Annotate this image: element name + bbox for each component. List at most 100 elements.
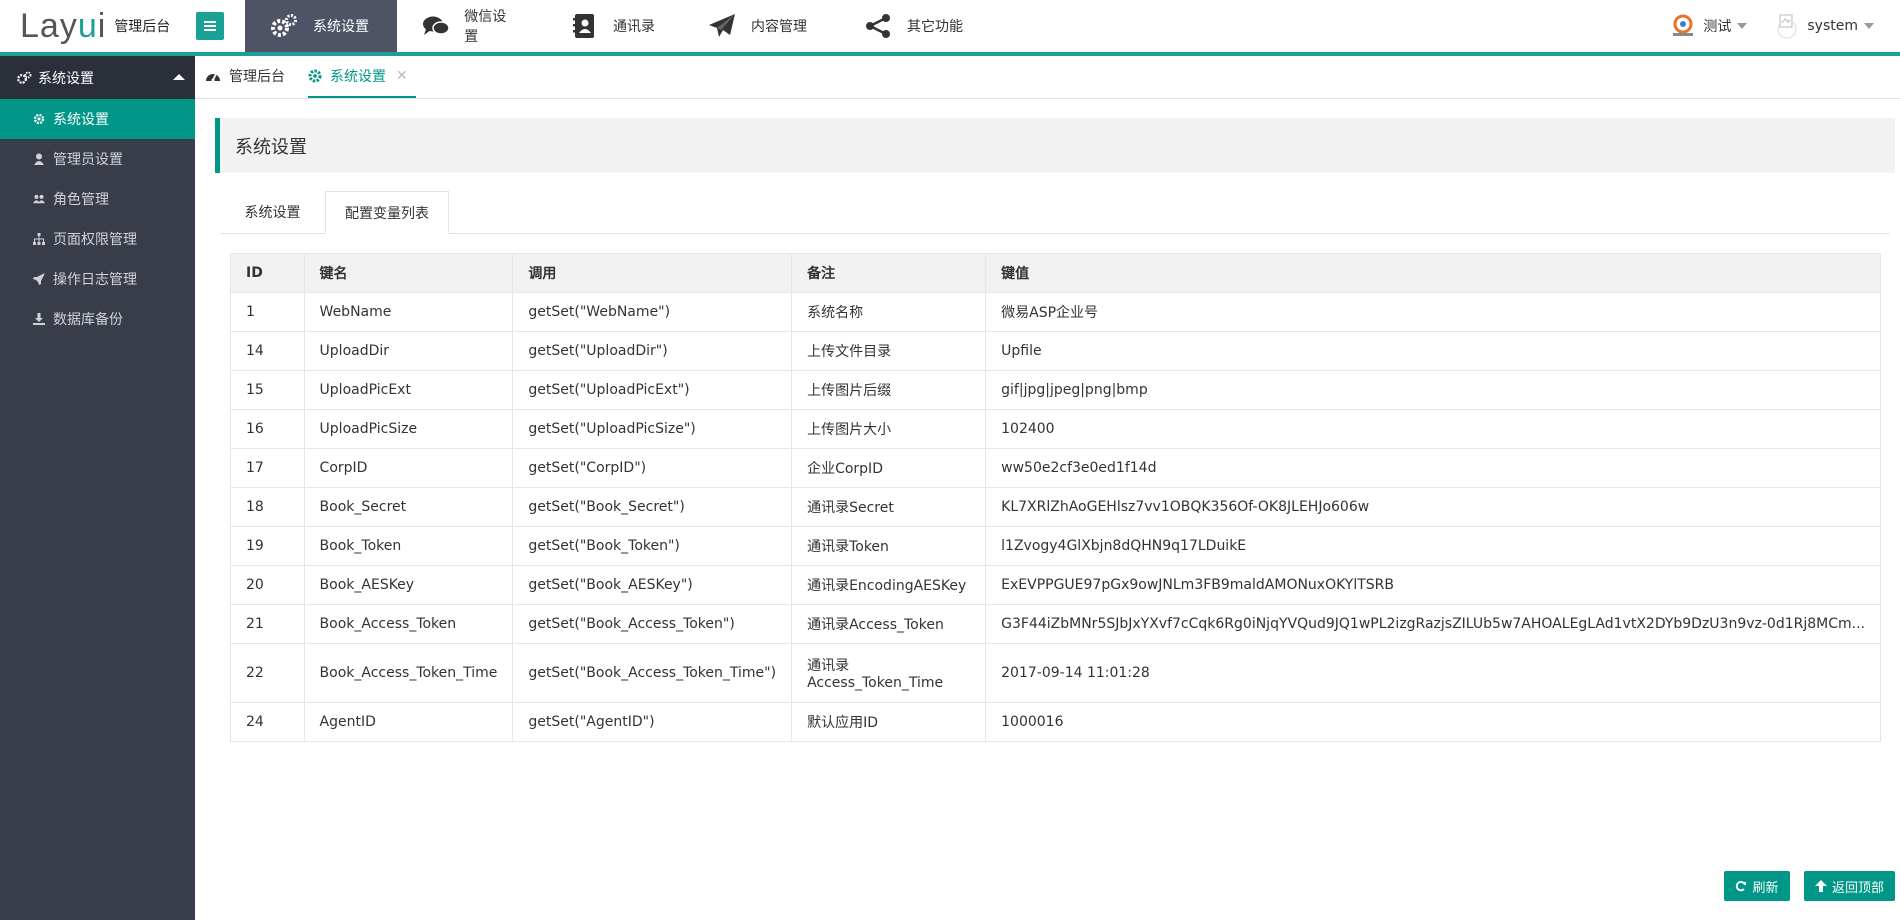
cell-note-line: 通讯录 <box>807 658 850 674</box>
tab-dashboard[interactable]: 管理后台 <box>205 56 285 96</box>
column-header: 备注 <box>791 253 987 293</box>
chevron-up-icon <box>173 74 185 80</box>
arrow-up-icon <box>1814 880 1827 892</box>
back-to-top-label: 返回顶部 <box>1831 880 1884 896</box>
users-icon <box>33 193 45 205</box>
logo[interactable]: Layui 管理后台 <box>20 6 170 46</box>
top-header: Layui 管理后台 系统设置 微信设置 通讯录 内容管理 其它功能 测试 sy… <box>0 0 1900 56</box>
cell-value: Upfile <box>985 331 1881 371</box>
site-logo-icon <box>1669 12 1697 40</box>
page-tabs: 管理后台 系统设置 ✕ <box>195 56 1900 99</box>
cell-value: gif|jpg|jpeg|png|bmp <box>985 370 1881 410</box>
cell-value: KL7XRlZhAoGEHlsz7vv1OBQK356Of-OK8JLEHJo6… <box>985 487 1881 527</box>
gears-icon <box>269 11 299 41</box>
sitemap-icon <box>33 233 45 245</box>
cell-key: UploadPicExt <box>303 370 514 410</box>
user-menu[interactable]: system <box>1773 12 1874 40</box>
cell-id: 17 <box>230 448 305 488</box>
sidebar-toggle-button[interactable] <box>196 12 224 40</box>
sidebar-item-admin-settings[interactable]: 管理员设置 <box>0 139 195 179</box>
sidebar-item-system-settings[interactable]: 系统设置 <box>0 99 195 139</box>
cell-call: getSet("AgentID") <box>512 702 793 742</box>
cell-key: AgentID <box>303 702 514 742</box>
sidebar-item-label: 角色管理 <box>53 192 109 208</box>
config-table: ID 键名 调用 备注 键值 1 WebName getSet("WebName")… <box>230 253 1881 742</box>
cell-call: getSet("UploadPicExt") <box>512 370 793 410</box>
refresh-label: 刷新 <box>1752 880 1779 896</box>
cell-key: WebName <box>303 292 514 332</box>
cell-value: 1000016 <box>985 702 1881 742</box>
sidebar-section-header[interactable]: 系统设置 <box>0 56 195 99</box>
cell-note: 通讯录Secret <box>791 487 987 527</box>
tab-label: 系统设置 <box>330 69 386 85</box>
cell-note: 通讯录EncodingAESKey <box>791 565 987 605</box>
user-label: system <box>1807 18 1858 34</box>
table-row: 1 WebName getSet("WebName") 系统名称 微易ASP企业号 <box>230 292 1881 332</box>
cell-id: 15 <box>230 370 305 410</box>
sidebar-item-database-backup[interactable]: 数据库备份 <box>0 299 195 339</box>
cell-value: 2017-09-14 11:01:28 <box>985 643 1881 703</box>
topnav-system-settings[interactable]: 系统设置 <box>245 0 397 52</box>
cell-call: getSet("Book_Access_Token_Time") <box>512 643 793 703</box>
share-icon <box>863 11 893 41</box>
sidebar-item-role-management[interactable]: 角色管理 <box>0 179 195 219</box>
table-header-row: ID 键名 调用 备注 键值 <box>230 253 1881 293</box>
subtab-system-settings[interactable]: 系统设置 <box>220 191 325 233</box>
cell-call: getSet("WebName") <box>512 292 793 332</box>
download-icon <box>33 313 45 325</box>
sidebar-item-page-permissions[interactable]: 页面权限管理 <box>0 219 195 259</box>
cell-call: getSet("Book_Access_Token") <box>512 604 793 644</box>
cell-note: 上传图片后缀 <box>791 370 987 410</box>
header-right: 测试 system <box>1669 0 1900 52</box>
gear-icon <box>308 69 322 83</box>
cell-id: 20 <box>230 565 305 605</box>
avatar <box>1773 12 1801 40</box>
cell-note: 上传文件目录 <box>791 331 987 371</box>
refresh-button[interactable]: 刷新 <box>1724 871 1790 901</box>
cell-value: l1Zvogy4GlXbjn8dQHN9q17LDuikE <box>985 526 1881 566</box>
gears-icon <box>16 71 32 85</box>
cell-note: 通讯录Token <box>791 526 987 566</box>
back-to-top-button[interactable]: 返回顶部 <box>1804 871 1895 901</box>
table-row: 16 UploadPicSize getSet("UploadPicSize") 上传… <box>230 409 1881 449</box>
topnav-label: 其它功能 <box>907 19 963 35</box>
sidebar-item-label: 系统设置 <box>53 112 109 128</box>
cell-note: 默认应用ID <box>791 702 987 742</box>
column-header: 调用 <box>512 253 793 293</box>
cell-note: 通讯录 Access_Token_Time <box>791 643 987 703</box>
topnav-contacts[interactable]: 通讯录 <box>545 0 683 52</box>
dashboard-icon <box>205 69 221 83</box>
column-header: ID <box>230 253 305 293</box>
cell-key: Book_Token <box>303 526 514 566</box>
table-row: 17 CorpID getSet("CorpID") 企业CorpID ww50e2cf… <box>230 448 1881 488</box>
topnav-label: 内容管理 <box>751 19 807 35</box>
table-row: 22 Book_Access_Token_Time getSet("Book_Acc… <box>230 643 1881 703</box>
cell-key: Book_AESKey <box>303 565 514 605</box>
topnav-wechat-settings[interactable]: 微信设置 <box>397 0 545 52</box>
topnav-content-management[interactable]: 内容管理 <box>683 0 839 52</box>
cell-id: 1 <box>230 292 305 332</box>
hamburger-icon <box>204 25 216 27</box>
logo-subtitle: 管理后台 <box>114 19 171 35</box>
site-switcher[interactable]: 测试 <box>1669 12 1748 40</box>
cell-key: CorpID <box>303 448 514 488</box>
sidebar-item-operation-logs[interactable]: 操作日志管理 <box>0 259 195 299</box>
page-title: 系统设置 <box>215 118 1895 173</box>
cell-value: G3F44iZbMNr5SJbJxYXvf7cCqk6Rg0iNjqYVQud9… <box>985 604 1881 644</box>
topnav-other-features[interactable]: 其它功能 <box>839 0 989 52</box>
sidebar-section-title: 系统设置 <box>38 70 94 87</box>
cell-note: 企业CorpID <box>791 448 987 488</box>
cell-id: 24 <box>230 702 305 742</box>
address-book-icon <box>569 11 599 41</box>
top-nav: 系统设置 微信设置 通讯录 内容管理 其它功能 <box>245 0 989 52</box>
subtab-config-variables[interactable]: 配置变量列表 <box>325 191 449 234</box>
cell-key: Book_Access_Token <box>303 604 514 644</box>
close-icon[interactable]: ✕ <box>396 68 408 84</box>
cell-note-line: Access_Token_Time <box>807 675 944 691</box>
tab-system-settings[interactable]: 系统设置 ✕ <box>308 56 416 98</box>
cell-key: Book_Access_Token_Time <box>303 643 514 703</box>
logo-mark: Layui <box>20 6 107 45</box>
table-row: 15 UploadPicExt getSet("UploadPicExt") 上传图片… <box>230 370 1881 410</box>
refresh-icon <box>1735 880 1747 892</box>
sidebar-item-label: 数据库备份 <box>53 312 123 328</box>
